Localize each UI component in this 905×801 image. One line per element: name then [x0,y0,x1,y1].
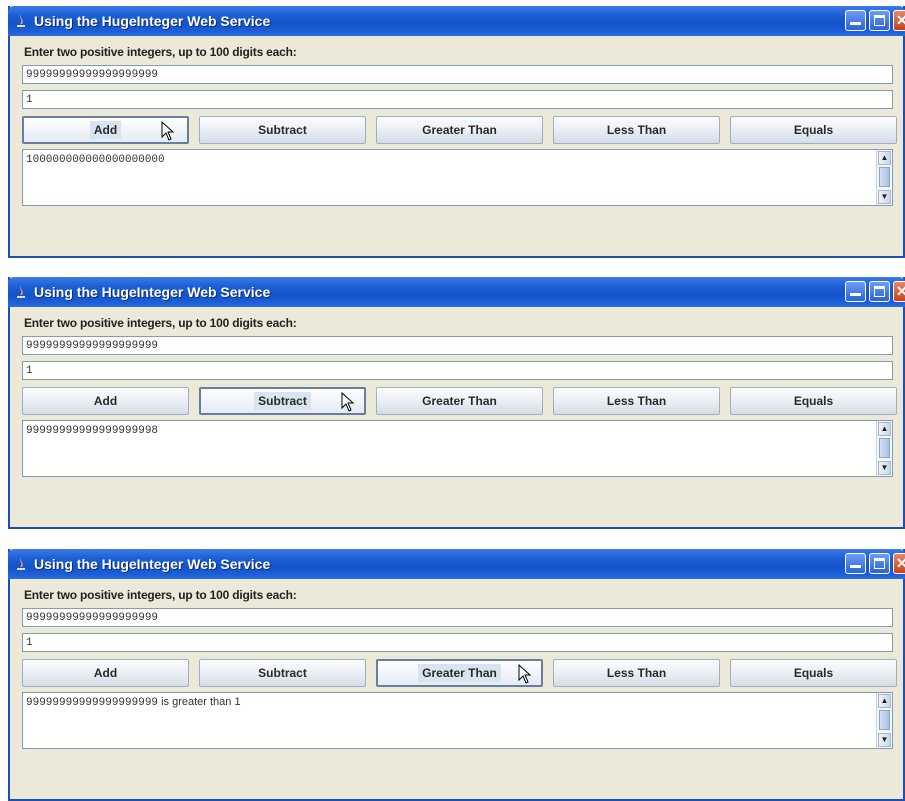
less-than-button-label: Less Than [606,394,667,408]
result-scrollbar[interactable]: ▲ ▼ [876,693,892,748]
java-cup-icon [17,557,25,570]
prompt-label: Enter two positive integers, up to 100 d… [24,316,297,330]
equals-button[interactable]: Equals [730,116,897,144]
first-integer-field[interactable]: 99999999999999999999 [22,608,893,627]
equals-button[interactable]: Equals [730,387,897,415]
first-integer-field[interactable]: 99999999999999999999 [22,65,893,84]
prompt-label: Enter two positive integers, up to 100 d… [24,45,297,59]
scroll-thumb[interactable] [879,710,890,730]
less-than-button[interactable]: Less Than [553,116,720,144]
hugeinteger-window-greater-than: Using the HugeInteger Web Service ✕ Ente… [8,549,905,801]
add-button-label: Add [93,394,118,408]
result-area[interactable]: 99999999999999999998 ▲ ▼ [22,420,893,477]
result-area[interactable]: 100000000000000000000 ▲ ▼ [22,149,893,206]
scroll-down-icon[interactable]: ▼ [878,190,891,204]
hugeinteger-window-subtract: Using the HugeInteger Web Service ✕ Ente… [8,277,905,529]
window-title: Using the HugeInteger Web Service [34,556,271,572]
equals-button-label: Equals [793,666,834,680]
result-suffix: is greater than 1 [158,696,241,708]
scroll-thumb[interactable] [879,438,890,458]
scroll-up-icon[interactable]: ▲ [878,151,891,165]
close-icon[interactable]: ✕ [893,10,905,31]
greater-than-button-label: Greater Than [422,394,497,408]
equals-button-label: Equals [793,123,834,137]
second-integer-field[interactable]: 1 [22,90,893,109]
equals-button-label: Equals [793,394,834,408]
greater-than-button-label: Greater Than [422,123,497,137]
less-than-button[interactable]: Less Than [553,387,720,415]
minimize-icon[interactable] [845,281,866,302]
greater-than-button[interactable]: Greater Than [376,116,543,144]
subtract-button-label: Subtract [258,666,307,680]
second-integer-field[interactable]: 1 [22,633,893,652]
less-than-button[interactable]: Less Than [553,659,720,687]
less-than-button-label: Less Than [606,123,667,137]
maximize-icon[interactable] [869,553,890,574]
scroll-down-icon[interactable]: ▼ [878,461,891,475]
scroll-down-icon[interactable]: ▼ [878,733,891,747]
subtract-button-label: Subtract [254,392,311,410]
mouse-pointer-icon [341,392,355,412]
scroll-thumb[interactable] [879,167,890,187]
hugeinteger-window-add: Using the HugeInteger Web Service ✕ Ente… [8,6,905,258]
result-scrollbar[interactable]: ▲ ▼ [876,421,892,476]
scroll-up-icon[interactable]: ▲ [878,694,891,708]
prompt-label: Enter two positive integers, up to 100 d… [24,588,297,602]
subtract-button[interactable]: Subtract [199,116,366,144]
subtract-button[interactable]: Subtract [199,659,366,687]
add-button-label: Add [93,666,118,680]
greater-than-button-label: Greater Than [418,664,501,682]
mouse-pointer-icon [518,664,532,684]
scroll-up-icon[interactable]: ▲ [878,422,891,436]
second-integer-field[interactable]: 1 [22,361,893,380]
title-bar[interactable]: Using the HugeInteger Web Service ✕ [8,6,905,36]
window-title: Using the HugeInteger Web Service [34,284,271,300]
first-integer-field[interactable]: 99999999999999999999 [22,336,893,355]
less-than-button-label: Less Than [606,666,667,680]
mouse-pointer-icon [161,121,175,141]
java-cup-icon [17,14,25,27]
title-bar[interactable]: Using the HugeInteger Web Service ✕ [8,549,905,579]
equals-button[interactable]: Equals [730,659,897,687]
minimize-icon[interactable] [845,10,866,31]
result-text: 100000000000000000000 [26,154,165,166]
maximize-icon[interactable] [869,10,890,31]
minimize-icon[interactable] [845,553,866,574]
title-bar[interactable]: Using the HugeInteger Web Service ✕ [8,277,905,307]
result-scrollbar[interactable]: ▲ ▼ [876,150,892,205]
add-button-label: Add [89,121,122,139]
close-icon[interactable]: ✕ [893,553,905,574]
result-text: 99999999999999999998 [26,425,159,437]
result-area[interactable]: 99999999999999999999 is greater than 1 ▲… [22,692,893,749]
add-button[interactable]: Add [22,387,189,415]
greater-than-button[interactable]: Greater Than [376,387,543,415]
window-title: Using the HugeInteger Web Service [34,13,271,29]
add-button[interactable]: Add [22,659,189,687]
maximize-icon[interactable] [869,281,890,302]
result-text: 99999999999999999999 [26,697,159,709]
close-icon[interactable]: ✕ [893,281,905,302]
java-cup-icon [17,285,25,298]
subtract-button-label: Subtract [258,123,307,137]
